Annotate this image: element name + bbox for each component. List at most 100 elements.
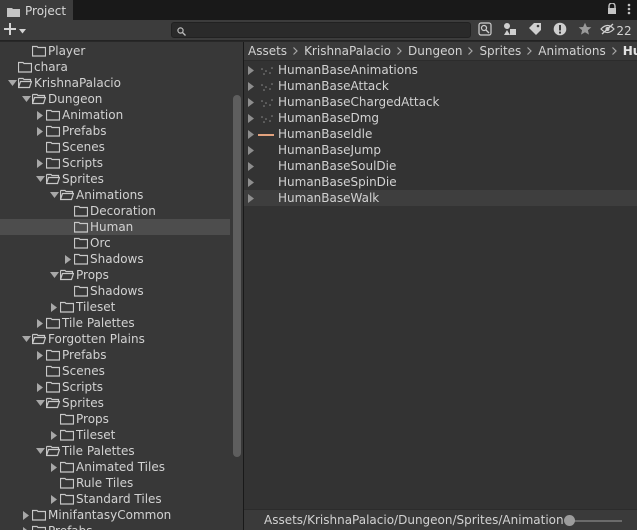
tree-item[interactable]: Orc	[0, 235, 230, 251]
breadcrumb-item[interactable]: Assets	[248, 44, 287, 58]
kebab-menu-icon[interactable]	[627, 3, 631, 18]
chevron-right-icon[interactable]	[244, 78, 258, 94]
asset-list-item[interactable]: HumanBaseAnimations	[244, 62, 637, 78]
chevron-right-icon[interactable]	[34, 347, 46, 363]
chevron-right-icon[interactable]	[20, 507, 32, 523]
zoom-slider-handle[interactable]	[564, 515, 575, 526]
tree-item[interactable]: Rule Tiles	[0, 475, 230, 491]
filter-by-type-button[interactable]	[497, 20, 522, 41]
search-by-type-button[interactable]	[472, 20, 497, 41]
chevron-right-icon[interactable]	[244, 142, 258, 158]
chevron-right-icon[interactable]	[244, 62, 258, 78]
chevron-right-icon[interactable]	[34, 379, 46, 395]
tree-item[interactable]: Dungeon	[0, 91, 230, 107]
tree-item[interactable]: Prefabs	[0, 123, 230, 139]
tree-item[interactable]: Tile Palettes	[0, 443, 230, 459]
tree-item[interactable]: MinifantasyCommon	[0, 507, 230, 523]
tree-item[interactable]: Prefabs	[0, 347, 230, 363]
breadcrumb-item[interactable]: Hum	[623, 44, 637, 58]
sprite-thumbnail-icon	[258, 161, 276, 171]
lock-icon[interactable]	[607, 2, 617, 18]
chevron-down-icon[interactable]	[34, 443, 46, 459]
asset-list-item[interactable]: HumanBaseSoulDie	[244, 158, 637, 174]
tree-item[interactable]: Scenes	[0, 363, 230, 379]
tree-item[interactable]: Animation	[0, 107, 230, 123]
chevron-right-icon[interactable]	[244, 190, 258, 206]
chevron-down-icon[interactable]	[34, 171, 46, 187]
tree-item[interactable]: Animated Tiles	[0, 459, 230, 475]
chevron-right-icon[interactable]	[244, 158, 258, 174]
errors-button[interactable]	[547, 20, 572, 41]
chevron-right-icon[interactable]	[34, 315, 46, 331]
tree-item[interactable]: Prefabs	[0, 523, 230, 530]
filter-by-label-button[interactable]	[522, 20, 547, 41]
favorites-button[interactable]	[572, 20, 597, 41]
tree-item[interactable]: KrishnaPalacio	[0, 75, 230, 91]
tree-item[interactable]: Props	[0, 411, 230, 427]
chevron-right-icon[interactable]	[244, 94, 258, 110]
tree-item[interactable]: Tileset	[0, 299, 230, 315]
folder-icon	[73, 285, 89, 297]
chevron-down-icon[interactable]	[48, 187, 60, 203]
folder-tree[interactable]: Player chara KrishnaPalacio Dungeon Animatio…	[0, 42, 243, 530]
chevron-right-icon[interactable]	[62, 251, 74, 267]
asset-list-item[interactable]: HumanBaseSpinDie	[244, 174, 637, 190]
asset-list-item[interactable]: HumanBaseDmg	[244, 110, 637, 126]
tree-item[interactable]: Scripts	[0, 155, 230, 171]
hidden-packages-button[interactable]: 22	[597, 20, 635, 41]
asset-list-item-label: HumanBaseIdle	[278, 127, 373, 141]
tree-item[interactable]: Props	[0, 267, 230, 283]
tree-item[interactable]: Shadows	[0, 283, 230, 299]
chevron-down-icon[interactable]	[48, 267, 60, 283]
tree-item[interactable]: chara	[0, 59, 230, 75]
tree-item[interactable]: Shadows	[0, 251, 230, 267]
chevron-down-icon[interactable]	[34, 395, 46, 411]
chevron-right-icon[interactable]	[244, 174, 258, 190]
chevron-right-icon[interactable]	[48, 459, 60, 475]
asset-list-item[interactable]: HumanBaseWalk	[244, 190, 637, 206]
project-tab[interactable]: Project	[0, 0, 73, 20]
chevron-down-icon[interactable]	[6, 75, 18, 91]
chevron-right-icon[interactable]	[48, 427, 60, 443]
chevron-right-icon[interactable]	[34, 107, 46, 123]
tree-item[interactable]: Tile Palettes	[0, 315, 230, 331]
tree-item[interactable]: Human	[0, 219, 230, 235]
chevron-right-icon[interactable]	[244, 126, 258, 142]
tree-item[interactable]: Scenes	[0, 139, 230, 155]
tree-item-label: Animated Tiles	[76, 460, 165, 474]
breadcrumb-item[interactable]: Animations	[538, 44, 605, 58]
chevron-right-icon[interactable]	[34, 123, 46, 139]
tree-item[interactable]: Tileset	[0, 427, 230, 443]
chevron-down-icon[interactable]	[20, 331, 32, 347]
chevron-right-icon[interactable]	[244, 110, 258, 126]
chevron-down-icon[interactable]	[20, 91, 32, 107]
tree-item[interactable]: Standard Tiles	[0, 491, 230, 507]
search-input[interactable]	[171, 22, 471, 38]
asset-list-item[interactable]: HumanBaseChargedAttack	[244, 94, 637, 110]
breadcrumb-item[interactable]: Dungeon	[408, 44, 462, 58]
tree-scrollbar-thumb[interactable]	[233, 95, 241, 457]
create-asset-button[interactable]	[4, 21, 34, 39]
tree-scrollbar[interactable]	[231, 42, 243, 530]
chevron-right-icon[interactable]	[34, 155, 46, 171]
breadcrumb-item[interactable]: Sprites	[479, 44, 521, 58]
tree-item[interactable]: Forgotten Plains	[0, 331, 230, 347]
tree-item-label: Animations	[76, 188, 144, 202]
chevron-right-icon[interactable]	[20, 523, 32, 530]
asset-list-item[interactable]: HumanBaseAttack	[244, 78, 637, 94]
tree-item[interactable]: Scripts	[0, 379, 230, 395]
tree-item[interactable]: Sprites	[0, 395, 230, 411]
tree-item[interactable]: Decoration	[0, 203, 230, 219]
asset-list-item[interactable]: HumanBaseJump	[244, 142, 637, 158]
tree-item[interactable]: Sprites	[0, 171, 230, 187]
chevron-right-icon[interactable]	[48, 491, 60, 507]
breadcrumb-item[interactable]: KrishnaPalacio	[304, 44, 391, 58]
tree-item[interactable]: Player	[0, 43, 230, 59]
tree-item[interactable]: Animations	[0, 187, 230, 203]
tree-item-label: Scenes	[62, 364, 105, 378]
chevron-right-icon[interactable]	[48, 299, 60, 315]
asset-list-item[interactable]: HumanBaseIdle	[244, 126, 637, 142]
